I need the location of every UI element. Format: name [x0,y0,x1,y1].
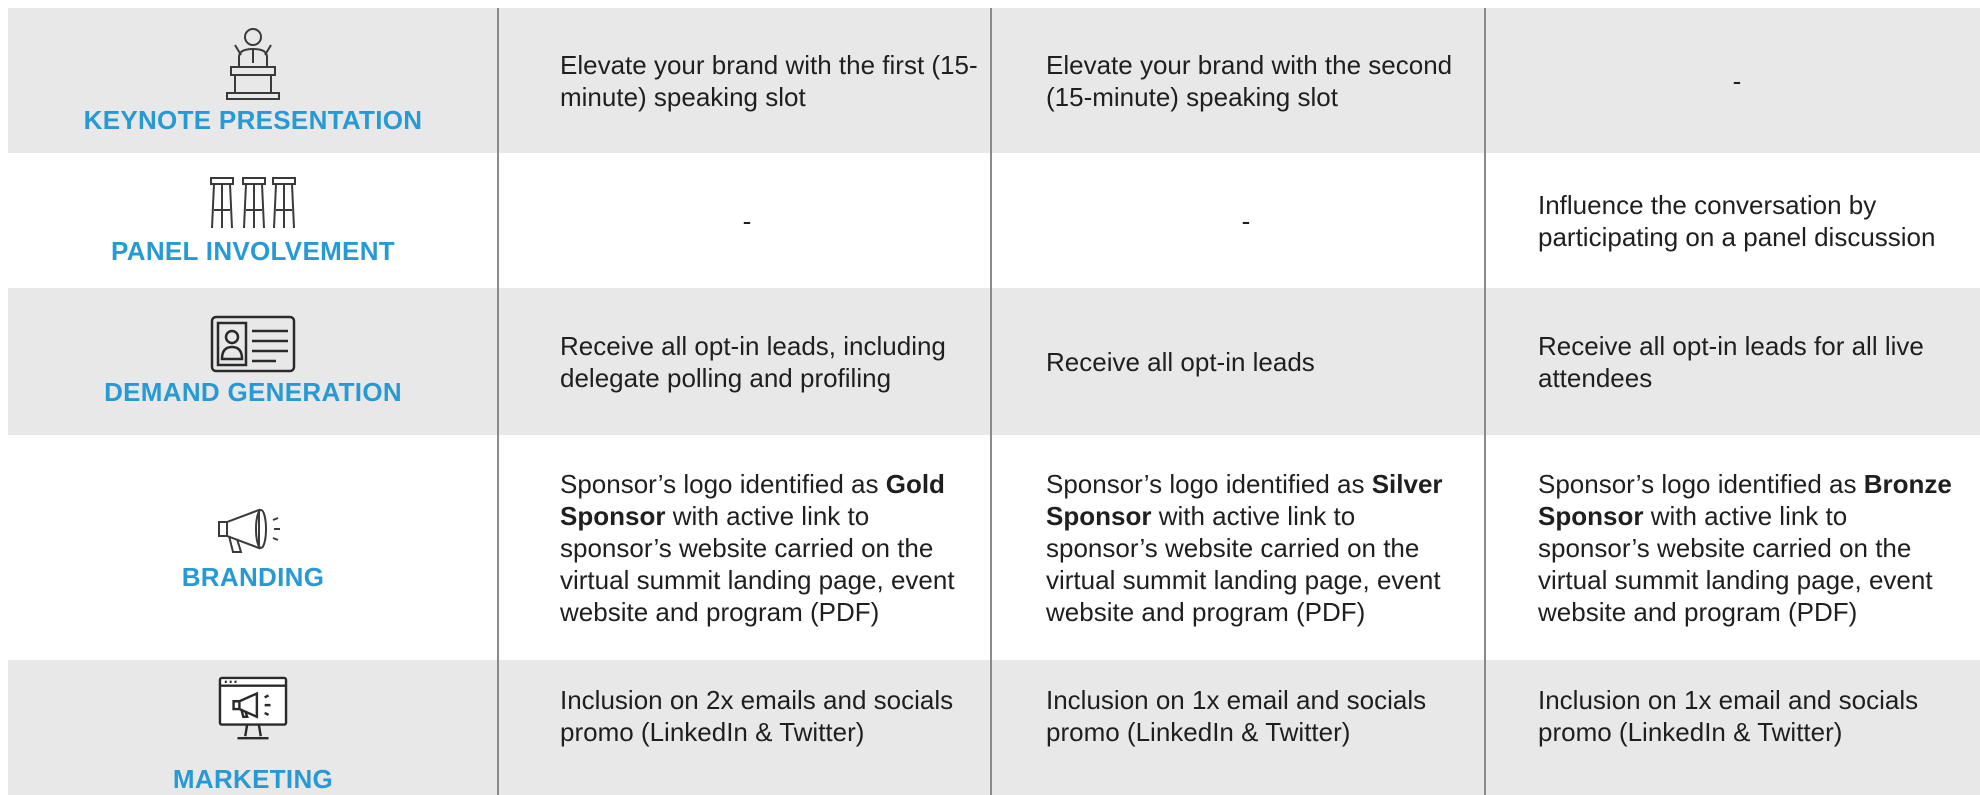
category-cell: DEMAND GENERATION [8,288,498,435]
monitor-megaphone-icon [218,676,288,740]
cell-text: Elevate your brand with the second (15-m… [1046,49,1453,112]
silver-cell: Elevate your brand with the second (15-m… [1046,8,1466,153]
table-row-keynote: KEYNOTE PRESENTATION Elevate your brand … [8,8,1980,153]
bronze-cell: Receive all opt-in leads for all live at… [1538,288,1958,435]
category-cell: BRANDING [8,435,498,660]
table-row-demand-generation: DEMAND GENERATION Receive all opt-in lea… [8,288,1980,435]
text-pre: Sponsor’s logo identified as [1538,468,1857,499]
cell-text: Inclusion on 1x email and socials promo … [1046,685,1427,747]
table-row-marketing: MARKETING Inclusion on 2x emails and soc… [8,660,1980,795]
cell-text: Sponsor’s logo identified as Silver Spon… [1046,468,1466,628]
cell-text: Receive all opt-in leads for all live at… [1538,330,1924,393]
cell-text: Influence the conversation by participat… [1538,189,1936,252]
cell-text: Inclusion on 2x emails and socials promo… [560,685,954,747]
cell-text: Elevate your brand with the first (15-mi… [560,49,978,112]
cell-text: Receive all opt-in leads, including dele… [560,330,946,393]
column-divider [497,8,499,795]
cell-text: - [1732,65,1742,96]
gold-cell: Sponsor’s logo identified as Gold Sponso… [560,435,980,660]
silver-cell: Sponsor’s logo identified as Silver Spon… [1046,435,1466,660]
text-pre: Sponsor’s logo identified as [560,468,879,499]
category-label: BRANDING [181,562,325,592]
podium-speaker-icon [226,28,280,100]
category-label: MARKETING [172,764,334,794]
category-cell: KEYNOTE PRESENTATION [8,8,498,153]
silver-cell: - [998,153,1494,288]
table-row-branding: BRANDING Sponsor’s logo identified as Go… [8,435,1980,660]
cell-text: - [742,205,752,236]
megaphone-icon [218,508,280,553]
table-row-panel: PANEL INVOLVEMENT - - Influence the conv… [8,153,1980,288]
gold-cell: - [498,153,996,288]
cell-text: - [1241,205,1251,236]
silver-cell: Inclusion on 1x email and socials promo … [1046,660,1466,795]
category-cell: MARKETING [8,660,498,795]
bronze-cell: - [1494,8,1980,153]
cell-text: Sponsor’s logo identified as Bronze Spon… [1538,468,1958,628]
category-label: DEMAND GENERATION [104,377,402,407]
category-label: KEYNOTE PRESENTATION [83,105,423,135]
column-divider [1484,8,1486,795]
silver-cell: Receive all opt-in leads [1046,288,1466,435]
gold-cell: Elevate your brand with the first (15-mi… [560,8,980,153]
text-pre: Sponsor’s logo identified as [1046,468,1365,499]
cell-text: Inclusion on 1x email and socials promo … [1538,685,1919,747]
panel-stools-icon [210,177,296,229]
gold-cell: Receive all opt-in leads, including dele… [560,288,980,435]
id-card-icon [210,315,296,373]
bronze-cell: Influence the conversation by participat… [1538,153,1958,288]
cell-text: Receive all opt-in leads [1046,346,1315,377]
gold-cell: Inclusion on 2x emails and socials promo… [560,660,980,795]
bronze-cell: Sponsor’s logo identified as Bronze Spon… [1538,435,1958,660]
category-cell: PANEL INVOLVEMENT [8,153,498,288]
category-label: PANEL INVOLVEMENT [111,236,395,266]
bronze-cell: Inclusion on 1x email and socials promo … [1538,660,1958,795]
cell-text: Sponsor’s logo identified as Gold Sponso… [560,468,980,628]
column-divider [990,8,992,795]
